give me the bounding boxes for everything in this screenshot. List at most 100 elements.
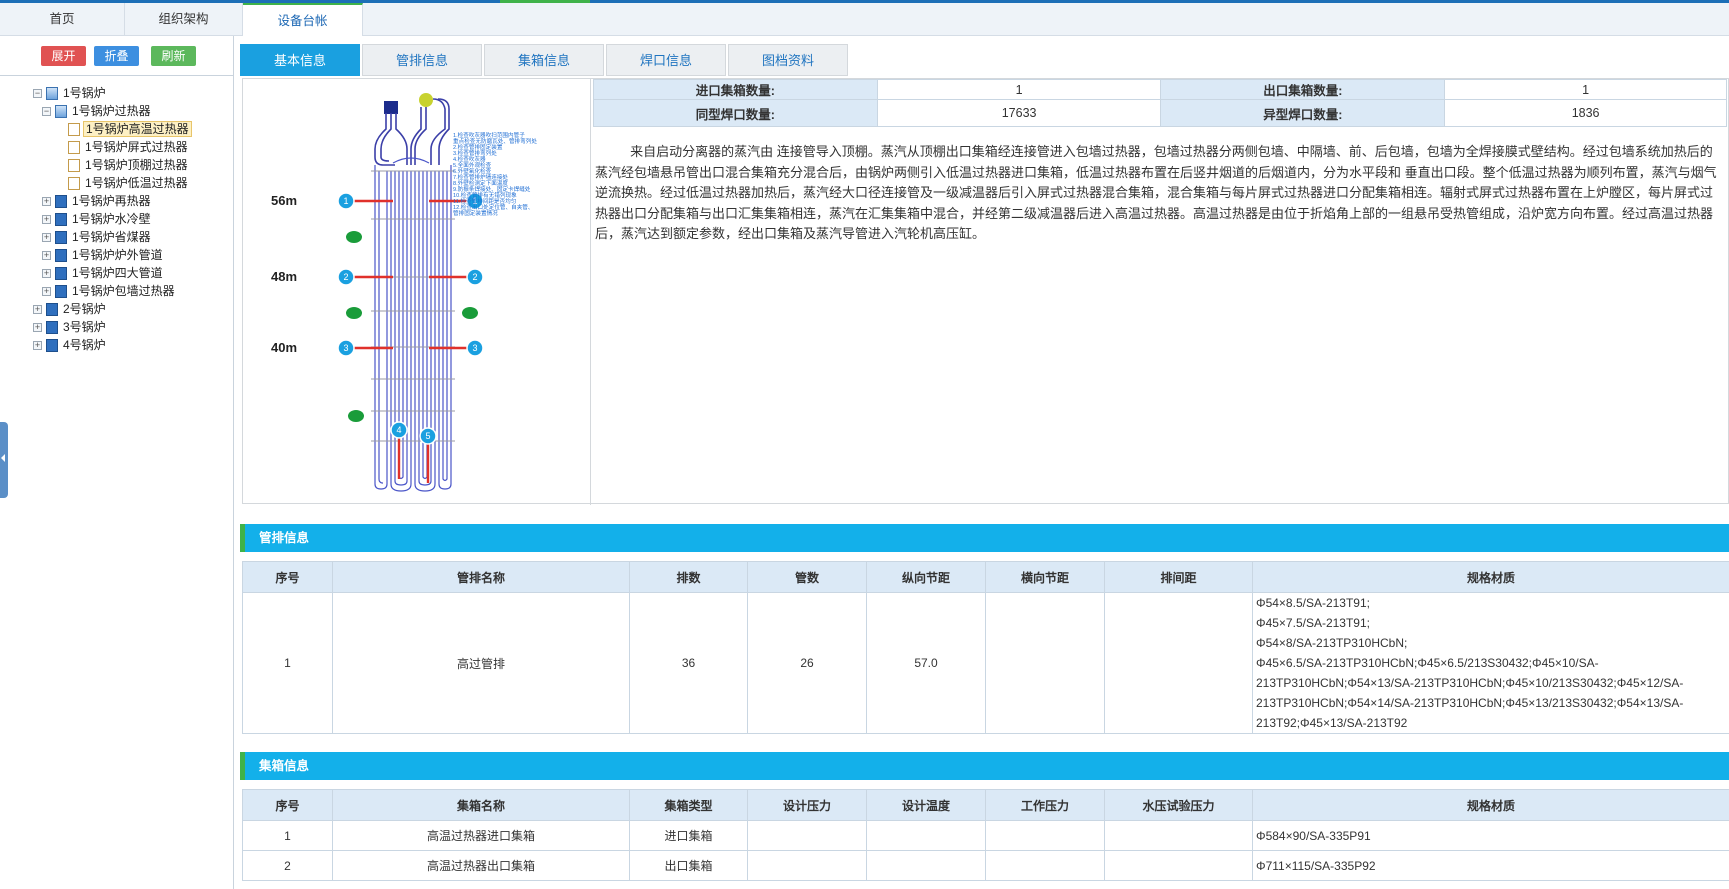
tab-home[interactable]: 首页 (0, 3, 125, 35)
design-pressure (747, 820, 867, 851)
table-row[interactable]: 2 高温过热器出口集箱 出口集箱 Φ711×115/SA-335P92 (242, 850, 1729, 881)
col-header: 水压试验压力 (1104, 789, 1253, 821)
col-header: 序号 (242, 789, 333, 821)
table-row[interactable]: 1 高温过热器进口集箱 进口集箱 Φ584×90/SA-335P91 (242, 820, 1729, 851)
expand-button[interactable]: 展开 (41, 46, 86, 66)
legend-line: 12.检查出口处定位管、自夹管、 (453, 203, 534, 211)
table-header-row: 序号 集箱名称 集箱类型 设计压力 设计温度 工作压力 水压试验压力 规格材质 (242, 789, 1729, 821)
expand-toggle-icon[interactable]: + (33, 305, 42, 315)
header-type: 出口集箱 (629, 850, 748, 881)
expand-toggle-icon[interactable]: + (42, 233, 51, 243)
working-pressure (985, 820, 1105, 851)
folder-icon (46, 339, 58, 353)
expand-toggle-icon[interactable]: + (33, 341, 42, 351)
expand-toggle-icon[interactable]: + (42, 287, 51, 297)
tree-node-platen-superheater[interactable]: 1号锅炉屏式过热器 (68, 138, 190, 156)
refresh-button[interactable]: 刷新 (151, 46, 196, 66)
expand-toggle-icon[interactable]: + (42, 269, 51, 279)
tree-node-boiler-3[interactable]: +3号锅炉 (33, 318, 108, 336)
table-header-row: 序号 管排名称 排数 管数 纵向节距 横向节距 排间距 规格材质 (242, 561, 1729, 593)
expand-toggle-icon[interactable]: + (42, 197, 51, 207)
col-header: 集箱名称 (332, 789, 630, 821)
tab-header-info[interactable]: 集箱信息 (484, 44, 604, 76)
document-icon (68, 177, 80, 191)
inspection-legend: 1.检查吹灰器吹扫范围内管子 重点检查无防磨瓦处、管排弯列处 2.检查管排固定装… (453, 131, 537, 217)
header-name: 高温过热器进口集箱 (332, 820, 630, 851)
tree-node-external-piping[interactable]: +1号锅炉炉外管道 (42, 246, 165, 264)
tree-toolbar: 展开 折叠 刷新 (0, 36, 234, 76)
legend-line: 3.检查管排弯列处 (453, 149, 497, 157)
folder-icon (55, 213, 67, 227)
outlet-header-icon (419, 93, 433, 107)
tab-weld-info[interactable]: 焊口信息 (606, 44, 726, 76)
same-type-weld-count-label: 同型焊口数量: (593, 99, 878, 127)
tube-count: 26 (747, 592, 867, 734)
spec-material: Φ711×115/SA-335P92 (1252, 850, 1729, 881)
outlet-header-count-value: 1 (1444, 79, 1727, 100)
spec-line: Φ45×6.5/SA-213TP310HCbN;Φ45×6.5/213S3043… (1256, 656, 1599, 670)
tab-equipment-ledger[interactable]: 设备台帐 (243, 3, 363, 36)
collapse-toggle-icon[interactable]: − (33, 89, 42, 99)
header-name: 高温过热器出口集箱 (332, 850, 630, 881)
tab-basic-info[interactable]: 基本信息 (240, 44, 360, 76)
col-header: 规格材质 (1252, 789, 1729, 821)
superheater-schematic: 1 1 2 2 3 3 4 5 1.检查吹灰器吹扫范围内管子 重点检查无防磨瓦处… (337, 93, 537, 492)
collapse-toggle-icon[interactable]: − (42, 107, 51, 117)
col-header: 纵向节距 (866, 561, 986, 593)
collapse-button[interactable]: 折叠 (94, 46, 139, 66)
inlet-header-count-value: 1 (876, 79, 1162, 100)
sidebar-collapse-handle[interactable] (0, 422, 8, 498)
col-header: 排间距 (1104, 561, 1253, 593)
expand-toggle-icon[interactable]: + (42, 215, 51, 225)
equipment-description: 来自启动分离器的蒸汽由 连接管导入顶棚。蒸汽从顶棚出口集箱经连接管进入包墙过热器… (595, 144, 1717, 241)
basic-info-panel: 1 1 2 2 3 3 4 5 1.检查吹灰器吹扫范围内管子 重点检查无防磨瓦处… (242, 78, 1729, 505)
folder-icon (55, 267, 67, 281)
tree-node-water-wall[interactable]: +1号锅炉水冷壁 (42, 210, 153, 228)
tree-node-lt-superheater[interactable]: 1号锅炉低温过热器 (68, 174, 190, 192)
hydrotest-pressure (1104, 820, 1253, 851)
tree-node-economizer[interactable]: +1号锅炉省煤器 (42, 228, 153, 246)
tree-node-ht-superheater[interactable]: 1号锅炉高温过热器 (68, 120, 192, 138)
outlet-header-count-label: 出口集箱数量: (1160, 79, 1446, 100)
expand-toggle-icon[interactable]: + (42, 251, 51, 261)
tree-node-boiler-1[interactable]: −1号锅炉 (33, 84, 108, 102)
tree-node-roof-superheater[interactable]: 1号锅炉顶棚过热器 (68, 156, 190, 174)
marker-label: 5 (425, 431, 430, 441)
tree-node-wall-superheater[interactable]: +1号锅炉包墙过热器 (42, 282, 177, 300)
folder-icon (55, 231, 67, 245)
longitudinal-pitch: 57.0 (866, 592, 986, 734)
same-type-weld-count-value: 17633 (876, 99, 1162, 127)
folder-icon (46, 303, 58, 317)
folder-icon (46, 321, 58, 335)
level-label-40m: 40m (271, 340, 298, 355)
tree-node-reheater[interactable]: +1号锅炉再热器 (42, 192, 153, 210)
marker-label: 3 (472, 343, 477, 353)
tree-node-superheater[interactable]: −1号锅炉过热器 (42, 102, 153, 120)
col-header: 序号 (242, 561, 333, 593)
inlet-header-count-label: 进口集箱数量: (593, 79, 878, 100)
legend-line: 8.外壁检测定下面温度 (453, 179, 508, 187)
tab-documents[interactable]: 图档资料 (728, 44, 848, 76)
tab-organization[interactable]: 组织架构 (125, 3, 243, 35)
table-row[interactable]: 1 高过管排 36 26 57.0 Φ54×8.5/SA-213T91; Φ45… (242, 592, 1729, 734)
header-table: 序号 集箱名称 集箱类型 设计压力 设计温度 工作压力 水压试验压力 规格材质 … (242, 789, 1729, 881)
tree-node-boiler-4[interactable]: +4号锅炉 (33, 336, 108, 354)
quantity-row: 同型焊口数量: 17633 异型焊口数量: 1836 (593, 99, 1727, 127)
quantity-table: 进口集箱数量: 1 出口集箱数量: 1 同型焊口数量: 17633 异型焊口数量… (593, 79, 1727, 127)
col-header: 工作压力 (985, 789, 1105, 821)
marker-label: 3 (343, 343, 348, 353)
legend-line: 重点检查无防磨瓦处、管排弯列处 (453, 137, 537, 145)
top-navigation: 首页 组织架构 设备台帐 (0, 0, 1729, 36)
col-header: 设计温度 (866, 789, 986, 821)
document-icon (68, 159, 80, 173)
pipe-section-header: 管排信息 (240, 524, 1729, 552)
tree-node-four-major-pipes[interactable]: +1号锅炉四大管道 (42, 264, 165, 282)
hydrotest-pressure (1104, 850, 1253, 881)
expand-toggle-icon[interactable]: + (33, 323, 42, 333)
tab-pipe-info[interactable]: 管排信息 (362, 44, 482, 76)
tree-node-boiler-2[interactable]: +2号锅炉 (33, 300, 108, 318)
col-header: 设计压力 (747, 789, 867, 821)
open-folder-icon (46, 87, 58, 101)
spec-line: Φ45×7.5/SA-213T91; (1256, 616, 1370, 630)
level-label-48m: 48m (271, 269, 298, 284)
